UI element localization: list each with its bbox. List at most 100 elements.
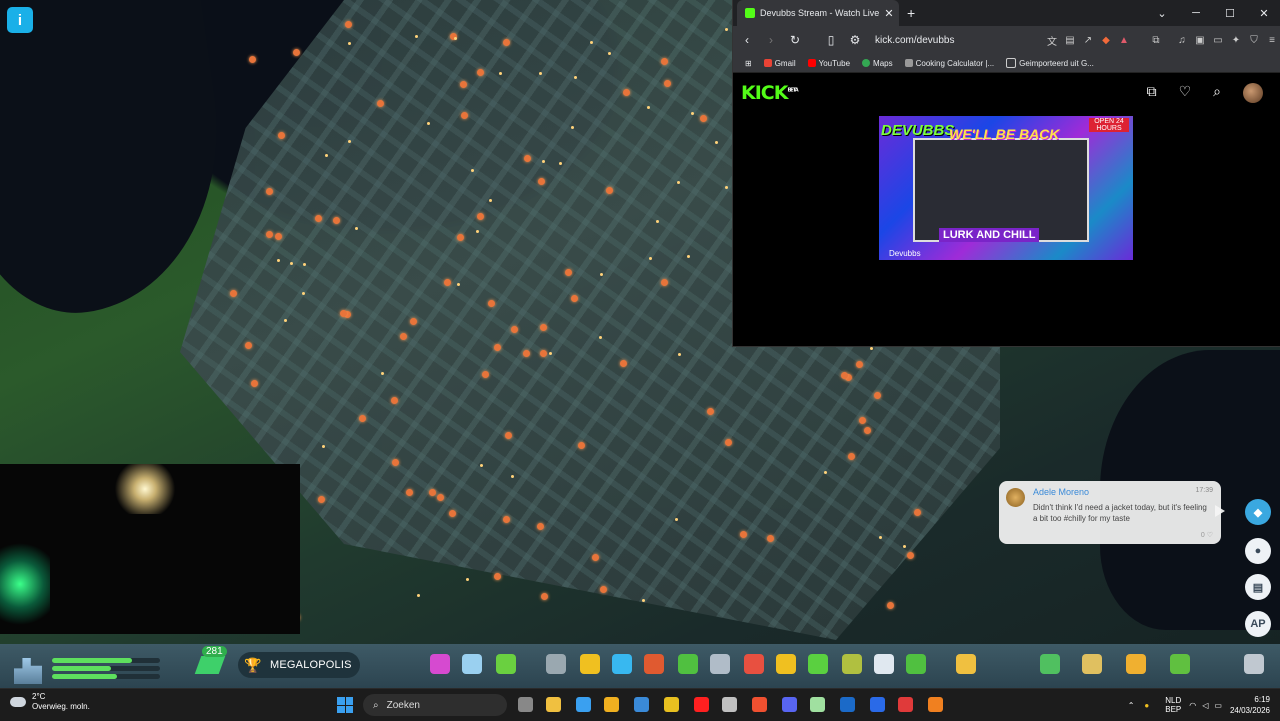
tool-icon[interactable] — [744, 654, 764, 674]
taskbar-app-icon[interactable] — [576, 697, 591, 712]
minimize-button[interactable]: ─ — [1179, 7, 1213, 19]
brave-shield-icon[interactable]: ◆ — [1097, 35, 1115, 46]
weather-widget[interactable]: 2°C Overwieg. moln. — [10, 692, 90, 712]
share-icon[interactable]: ↗ — [1079, 35, 1097, 46]
url-field[interactable]: kick.com/devubbs — [875, 35, 1043, 46]
tool-icon[interactable] — [1170, 654, 1190, 674]
taskbar-app-icon[interactable] — [664, 697, 679, 712]
back-button[interactable]: ‹ — [737, 33, 757, 47]
site-info-icon[interactable]: ⚙ — [845, 33, 865, 47]
tool-icon[interactable] — [874, 654, 894, 674]
taskbar-app-icon[interactable] — [840, 697, 855, 712]
clock[interactable]: 6:19 24/03/2026 — [1230, 694, 1270, 716]
taskbar-app-icon[interactable] — [810, 697, 825, 712]
close-window-button[interactable]: ✕ — [1247, 7, 1280, 20]
tool-icon[interactable] — [546, 654, 566, 674]
taskbar-app-icon[interactable] — [518, 697, 533, 712]
chirper-message[interactable]: Adele Moreno 17:39 Didn't think I'd need… — [999, 481, 1225, 544]
media-icon[interactable]: ♫ — [1173, 35, 1191, 46]
tool-icon[interactable] — [906, 654, 926, 674]
chirper-icon[interactable]: ◆ — [1245, 499, 1271, 525]
taskbar-app-icon[interactable] — [928, 697, 943, 712]
battery-icon[interactable]: ▭ — [1214, 701, 1222, 710]
citizen-icon[interactable]: ● — [1245, 538, 1271, 564]
maximize-button[interactable]: ☐ — [1213, 7, 1247, 20]
city-building-icon[interactable] — [14, 658, 42, 684]
taskbar-app-icon[interactable] — [752, 697, 767, 712]
milestone-button[interactable]: 🏆 MEGALOPOLIS — [238, 652, 360, 678]
language-indicator[interactable]: NLD BEP — [1165, 696, 1181, 714]
tool-icon[interactable] — [580, 654, 600, 674]
taskbar-app-icon[interactable] — [694, 697, 709, 712]
taskbar-app-icon[interactable] — [898, 697, 913, 712]
browse-icon[interactable]: ⧉ — [1147, 83, 1157, 103]
tabs-icon[interactable]: ⧉ — [1147, 35, 1165, 46]
tool-icon[interactable] — [430, 654, 450, 674]
bookmark-gmail[interactable]: Gmail — [763, 59, 796, 68]
info-button[interactable]: i — [7, 7, 33, 33]
bookmark-youtube[interactable]: YouTube — [807, 59, 850, 68]
apps-icon[interactable]: ⊞ — [745, 59, 752, 68]
kick-logo[interactable]: KICKBETA — [741, 82, 799, 104]
stream-offline-banner[interactable]: DEVUBBS WE'LL BE BACK LURK AND CHILL OPE… — [879, 116, 1133, 260]
volume-icon[interactable]: ◁ — [1202, 701, 1208, 710]
tool-icon[interactable] — [808, 654, 828, 674]
bookmark-cooking[interactable]: Cooking Calculator |... — [904, 59, 994, 68]
chirper-author[interactable]: Adele Moreno — [1033, 487, 1089, 497]
translate-icon[interactable]: 文 — [1043, 33, 1061, 48]
forward-button[interactable]: › — [761, 33, 781, 47]
new-tab-button[interactable]: + — [907, 5, 915, 21]
reader-icon[interactable]: ▤ — [1061, 35, 1079, 46]
map-marker — [715, 140, 719, 144]
sidebar-icon[interactable]: ▣ — [1191, 35, 1209, 46]
tab-close-icon[interactable]: ✕ — [879, 7, 899, 20]
tool-icon[interactable] — [842, 654, 862, 674]
start-button[interactable] — [337, 697, 353, 713]
tool-icon[interactable] — [496, 654, 516, 674]
tool-icon[interactable] — [1126, 654, 1146, 674]
avatar[interactable] — [1243, 83, 1263, 103]
vpn-icon[interactable]: ⛉ — [1245, 35, 1263, 46]
reload-button[interactable]: ↻ — [785, 33, 805, 47]
tool-icon[interactable] — [462, 654, 482, 674]
browser-tab[interactable]: Devubbs Stream - Watch Live on ✕ — [737, 0, 899, 26]
taskbar-search[interactable]: ⌕ Zoeken — [363, 694, 507, 716]
leo-icon[interactable]: ✦ — [1227, 35, 1245, 46]
wallet-icon[interactable]: ▭ — [1209, 35, 1227, 46]
bookmark-folder[interactable]: Geimporteerd uit G... — [1006, 58, 1094, 68]
ap-button[interactable]: AP — [1245, 611, 1271, 637]
bookmark-icon[interactable]: ▯ — [821, 33, 841, 47]
heart-icon[interactable]: ♡ — [1179, 83, 1192, 103]
tool-icon[interactable] — [956, 654, 976, 674]
map-marker — [265, 231, 273, 239]
city-stats-bars[interactable] — [52, 658, 160, 682]
brave-rewards-icon[interactable]: ▲ — [1115, 35, 1133, 46]
tool-icon[interactable] — [776, 654, 796, 674]
chirper-likes[interactable]: 0 ♡ — [1201, 531, 1213, 539]
taskbar-app-icon[interactable] — [870, 697, 885, 712]
tool-icon[interactable] — [1040, 654, 1060, 674]
journal-icon[interactable]: ▤ — [1245, 574, 1271, 600]
map-marker — [293, 48, 301, 56]
taskbar-app-icon[interactable] — [546, 697, 561, 712]
tool-icon[interactable] — [710, 654, 730, 674]
tool-icon[interactable] — [644, 654, 664, 674]
wifi-icon[interactable]: ◠ — [1189, 701, 1196, 710]
taskbar-app-icon[interactable] — [782, 697, 797, 712]
browser-window[interactable]: Devubbs Stream - Watch Live on ✕ + ⌄ ─ ☐… — [732, 0, 1280, 347]
tool-icon[interactable] — [1244, 654, 1264, 674]
tool-icon[interactable] — [678, 654, 698, 674]
tool-icon[interactable] — [1082, 654, 1102, 674]
xp-icon[interactable] — [194, 656, 226, 674]
taskbar-app-icon[interactable] — [722, 697, 737, 712]
taskbar-app-icon[interactable] — [634, 697, 649, 712]
mic-icon[interactable]: ● — [1144, 701, 1149, 710]
chevron-up-icon[interactable]: ⌃ — [1128, 701, 1135, 710]
menu-icon[interactable]: ≡ — [1263, 35, 1280, 46]
search-icon[interactable]: ⌕ — [1213, 83, 1221, 103]
cloud-icon — [10, 697, 26, 707]
taskbar-app-icon[interactable] — [604, 697, 619, 712]
tool-icon[interactable] — [612, 654, 632, 674]
bookmark-maps[interactable]: Maps — [862, 59, 893, 68]
chevron-down-icon[interactable]: ⌄ — [1145, 7, 1179, 20]
